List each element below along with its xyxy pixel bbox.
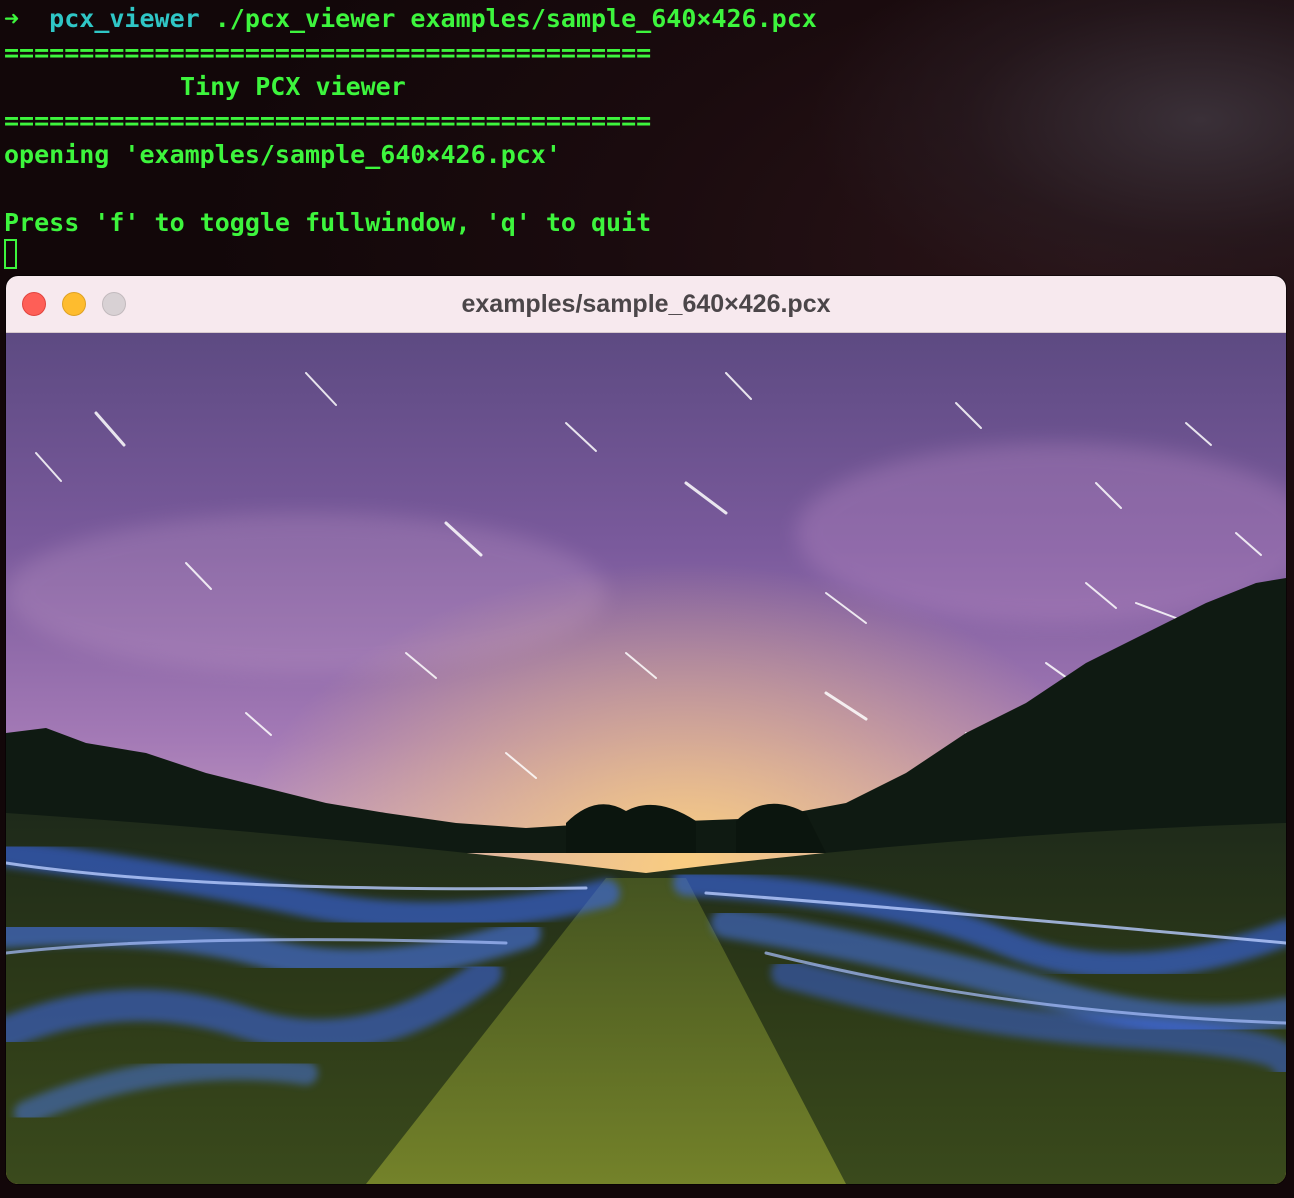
instructions-text: Press 'f' to toggle fullwindow, 'q' to q… [4, 208, 652, 237]
viewer-window[interactable]: examples/sample_640×426.pcx [6, 276, 1286, 1184]
command-name: pcx_viewer [49, 4, 200, 33]
pcx-image [6, 333, 1286, 1184]
divider-bottom: ========================================… [4, 106, 652, 135]
divider-top: ========================================… [4, 38, 652, 67]
banner-title: Tiny PCX viewer [180, 72, 406, 101]
command-arguments: ./pcx_viewer examples/sample_640×426.pcx [214, 4, 817, 33]
command-line: ➜ pcx_viewer ./pcx_viewer examples/sampl… [4, 3, 817, 35]
prompt-arrow-icon: ➜ [4, 4, 20, 33]
terminal[interactable]: ➜ pcx_viewer ./pcx_viewer examples/sampl… [0, 0, 1294, 280]
window-title: examples/sample_640×426.pcx [461, 290, 831, 318]
window-titlebar[interactable]: examples/sample_640×426.pcx [6, 276, 1286, 333]
terminal-cursor [4, 239, 17, 269]
opening-message: opening 'examples/sample_640×426.pcx' [4, 140, 561, 169]
